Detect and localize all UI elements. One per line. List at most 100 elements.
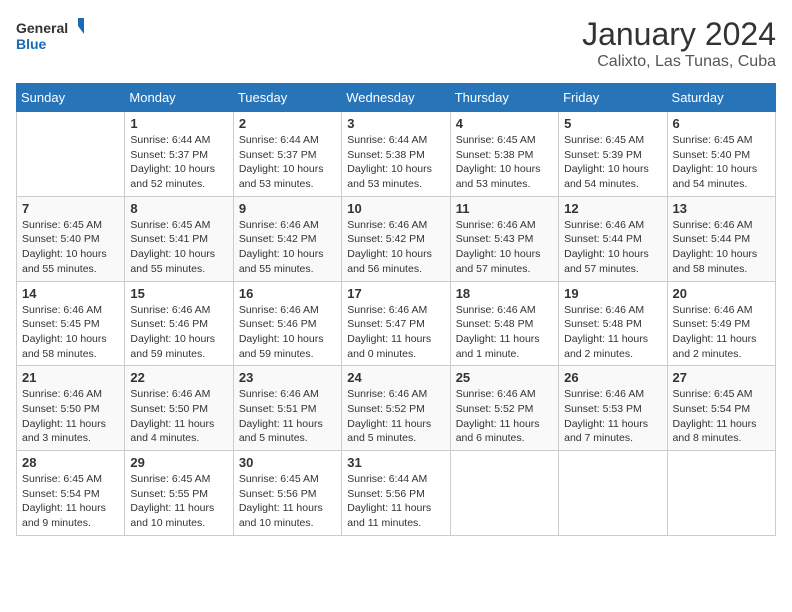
day-number: 15 (130, 286, 227, 301)
day-number: 24 (347, 370, 444, 385)
day-number: 14 (22, 286, 119, 301)
day-number: 11 (456, 201, 553, 216)
cell-info: Sunrise: 6:46 AMSunset: 5:45 PMDaylight:… (22, 303, 119, 362)
table-row (667, 451, 775, 536)
calendar-week-row: 28 Sunrise: 6:45 AMSunset: 5:54 PMDayligh… (17, 451, 776, 536)
table-row: 11 Sunrise: 6:46 AMSunset: 5:43 PMDayligh… (450, 196, 558, 281)
day-number: 13 (673, 201, 770, 216)
table-row: 4Sunrise: 6:45 AMSunset: 5:38 PMDaylight… (450, 112, 558, 197)
cell-info: Sunrise: 6:45 AMSunset: 5:40 PMDaylight:… (673, 133, 770, 192)
cell-info: Sunrise: 6:45 AMSunset: 5:40 PMDaylight:… (22, 218, 119, 277)
day-number: 22 (130, 370, 227, 385)
calendar-week-row: 21Sunrise: 6:46 AMSunset: 5:50 PMDayligh… (17, 366, 776, 451)
cell-info: Sunrise: 6:45 AMSunset: 5:41 PMDaylight:… (130, 218, 227, 277)
cell-info: Sunrise: 6:46 AMSunset: 5:43 PMDaylight:… (456, 218, 553, 277)
day-number: 8 (130, 201, 227, 216)
col-thursday: Thursday (450, 84, 558, 112)
cell-info: Sunrise: 6:45 AMSunset: 5:54 PMDaylight:… (22, 472, 119, 531)
table-row: 8 Sunrise: 6:45 AMSunset: 5:41 PMDaylight… (125, 196, 233, 281)
day-number: 6 (673, 116, 770, 131)
table-row: 17 Sunrise: 6:46 AMSunset: 5:47 PMDayligh… (342, 281, 450, 366)
table-row: 10 Sunrise: 6:46 AMSunset: 5:42 PMDayligh… (342, 196, 450, 281)
table-row: 31 Sunrise: 6:44 AMSunset: 5:56 PMDayligh… (342, 451, 450, 536)
day-number: 2 (239, 116, 336, 131)
cell-info: Sunrise: 6:46 AMSunset: 5:52 PMDaylight:… (347, 387, 444, 446)
cell-info: Sunrise: 6:46 AMSunset: 5:50 PMDaylight:… (22, 387, 119, 446)
day-number: 17 (347, 286, 444, 301)
table-row: 6 Sunrise: 6:45 AMSunset: 5:40 PMDaylight… (667, 112, 775, 197)
calendar-week-row: 14 Sunrise: 6:46 AMSunset: 5:45 PMDayligh… (17, 281, 776, 366)
table-row: 29 Sunrise: 6:45 AMSunset: 5:55 PMDayligh… (125, 451, 233, 536)
table-row: 30 Sunrise: 6:45 AMSunset: 5:56 PMDayligh… (233, 451, 341, 536)
table-row: 9 Sunrise: 6:46 AMSunset: 5:42 PMDaylight… (233, 196, 341, 281)
cell-info: Sunrise: 6:46 AMSunset: 5:42 PMDaylight:… (347, 218, 444, 277)
day-number: 26 (564, 370, 661, 385)
day-number: 25 (456, 370, 553, 385)
day-number: 3 (347, 116, 444, 131)
cell-info: Sunrise: 6:45 AMSunset: 5:56 PMDaylight:… (239, 472, 336, 531)
day-number: 28 (22, 455, 119, 470)
table-row: 5 Sunrise: 6:45 AMSunset: 5:39 PMDaylight… (559, 112, 667, 197)
day-number: 9 (239, 201, 336, 216)
cell-info: Sunrise: 6:46 AMSunset: 5:47 PMDaylight:… (347, 303, 444, 362)
day-number: 5 (564, 116, 661, 131)
col-friday: Friday (559, 84, 667, 112)
day-number: 20 (673, 286, 770, 301)
page-header: General Blue January 2024 Calixto, Las T… (16, 16, 776, 71)
logo: General Blue (16, 16, 86, 54)
table-row (450, 451, 558, 536)
cell-info: Sunrise: 6:46 AMSunset: 5:46 PMDaylight:… (130, 303, 227, 362)
col-monday: Monday (125, 84, 233, 112)
day-number: 31 (347, 455, 444, 470)
cell-info: Sunrise: 6:45 AMSunset: 5:55 PMDaylight:… (130, 472, 227, 531)
cell-info: Sunrise: 6:44 AMSunset: 5:38 PMDaylight:… (347, 133, 444, 192)
page-subtitle: Calixto, Las Tunas, Cuba (582, 53, 776, 71)
table-row: 28 Sunrise: 6:45 AMSunset: 5:54 PMDayligh… (17, 451, 125, 536)
day-number: 7 (22, 201, 119, 216)
table-row: 16 Sunrise: 6:46 AMSunset: 5:46 PMDayligh… (233, 281, 341, 366)
table-row: 21Sunrise: 6:46 AMSunset: 5:50 PMDayligh… (17, 366, 125, 451)
table-row: 1 Sunrise: 6:44 AMSunset: 5:37 PMDaylight… (125, 112, 233, 197)
cell-info: Sunrise: 6:45 AMSunset: 5:39 PMDaylight:… (564, 133, 661, 192)
cell-info: Sunrise: 6:46 AMSunset: 5:48 PMDaylight:… (456, 303, 553, 362)
table-row: 15 Sunrise: 6:46 AMSunset: 5:46 PMDayligh… (125, 281, 233, 366)
cell-info: Sunrise: 6:46 AMSunset: 5:42 PMDaylight:… (239, 218, 336, 277)
table-row: 24 Sunrise: 6:46 AMSunset: 5:52 PMDayligh… (342, 366, 450, 451)
cell-info: Sunrise: 6:44 AMSunset: 5:37 PMDaylight:… (239, 133, 336, 192)
cell-info: Sunrise: 6:44 AMSunset: 5:37 PMDaylight:… (130, 133, 227, 192)
col-wednesday: Wednesday (342, 84, 450, 112)
cell-info: Sunrise: 6:44 AMSunset: 5:56 PMDaylight:… (347, 472, 444, 531)
day-number: 1 (130, 116, 227, 131)
table-row (559, 451, 667, 536)
cell-info: Sunrise: 6:46 AMSunset: 5:46 PMDaylight:… (239, 303, 336, 362)
table-row: 26 Sunrise: 6:46 AMSunset: 5:53 PMDayligh… (559, 366, 667, 451)
cell-info: Sunrise: 6:46 AMSunset: 5:52 PMDaylight:… (456, 387, 553, 446)
col-sunday: Sunday (17, 84, 125, 112)
table-row: 7 Sunrise: 6:45 AMSunset: 5:40 PMDaylight… (17, 196, 125, 281)
cell-info: Sunrise: 6:46 AMSunset: 5:53 PMDaylight:… (564, 387, 661, 446)
table-row: 23Sunrise: 6:46 AMSunset: 5:51 PMDayligh… (233, 366, 341, 451)
table-row: 12Sunrise: 6:46 AMSunset: 5:44 PMDayligh… (559, 196, 667, 281)
table-row (17, 112, 125, 197)
svg-text:General: General (16, 20, 68, 36)
cell-info: Sunrise: 6:46 AMSunset: 5:44 PMDaylight:… (673, 218, 770, 277)
logo-svg: General Blue (16, 16, 86, 54)
table-row: 20 Sunrise: 6:46 AMSunset: 5:49 PMDayligh… (667, 281, 775, 366)
day-number: 16 (239, 286, 336, 301)
day-number: 10 (347, 201, 444, 216)
day-number: 29 (130, 455, 227, 470)
cell-info: Sunrise: 6:46 AMSunset: 5:44 PMDaylight:… (564, 218, 661, 277)
day-number: 30 (239, 455, 336, 470)
table-row: 14 Sunrise: 6:46 AMSunset: 5:45 PMDayligh… (17, 281, 125, 366)
cell-info: Sunrise: 6:46 AMSunset: 5:48 PMDaylight:… (564, 303, 661, 362)
cell-info: Sunrise: 6:46 AMSunset: 5:50 PMDaylight:… (130, 387, 227, 446)
calendar-table: Sunday Monday Tuesday Wednesday Thursday… (16, 83, 776, 536)
calendar-week-row: 1 Sunrise: 6:44 AMSunset: 5:37 PMDaylight… (17, 112, 776, 197)
cell-info: Sunrise: 6:45 AMSunset: 5:38 PMDaylight:… (456, 133, 553, 192)
cell-info: Sunrise: 6:46 AMSunset: 5:49 PMDaylight:… (673, 303, 770, 362)
svg-text:Blue: Blue (16, 36, 47, 52)
day-number: 18 (456, 286, 553, 301)
table-row: 3 Sunrise: 6:44 AMSunset: 5:38 PMDaylight… (342, 112, 450, 197)
table-row: 19Sunrise: 6:46 AMSunset: 5:48 PMDayligh… (559, 281, 667, 366)
table-row: 2 Sunrise: 6:44 AMSunset: 5:37 PMDaylight… (233, 112, 341, 197)
